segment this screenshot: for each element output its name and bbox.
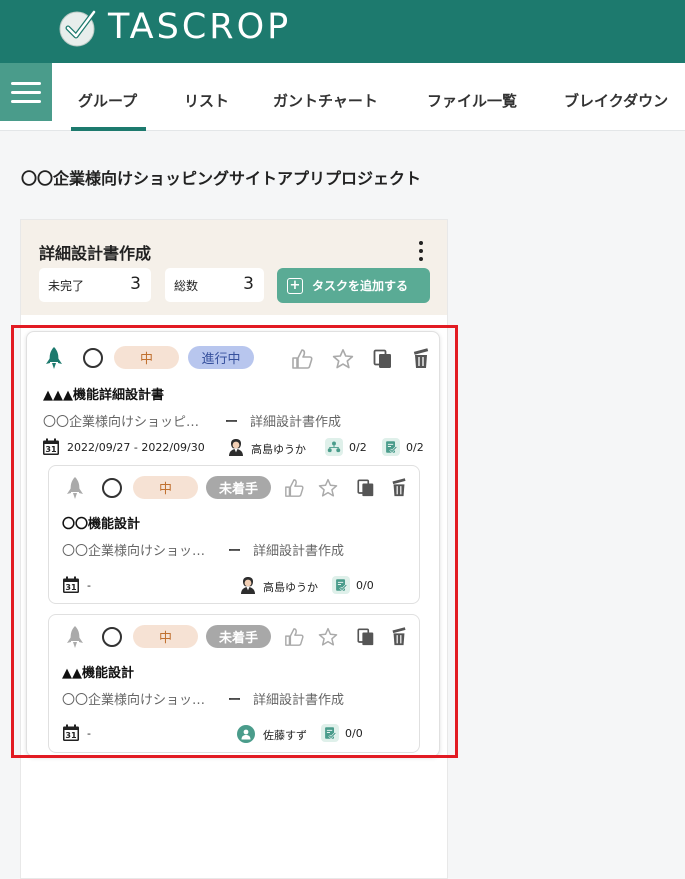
copy-icon[interactable] <box>372 348 394 370</box>
incomplete-label: 未完了 <box>48 279 85 293</box>
incomplete-count: 3 <box>130 274 141 294</box>
rocket-icon[interactable] <box>65 625 85 649</box>
tab-group[interactable]: グループ <box>78 90 137 111</box>
calendar-icon[interactable] <box>62 724 80 742</box>
priority-badge[interactable]: 中 <box>133 476 198 499</box>
status-badge[interactable]: 進行中 <box>188 346 254 369</box>
star-icon[interactable] <box>318 478 338 498</box>
group-header: 詳細設計書作成 未完了 3 総数 3 + タスクを追加する <box>21 220 447 315</box>
menu-icon[interactable] <box>0 63 52 121</box>
task-date-range[interactable]: 2022/09/27 - 2022/09/30 <box>67 441 205 454</box>
task-project: 〇〇企業様向けショッ… <box>62 693 206 708</box>
assignee-name[interactable]: 佐藤すず <box>263 727 307 743</box>
task-project: 〇〇企業様向けショッ… <box>62 544 206 559</box>
checklist-badge[interactable] <box>382 438 400 456</box>
assignee-name[interactable]: 高島ゆうか <box>263 579 318 595</box>
assignee-avatar[interactable] <box>239 576 257 594</box>
checklist-count: 0/0 <box>345 727 363 740</box>
calendar-icon[interactable] <box>42 438 60 456</box>
checklist-count: 0/0 <box>356 579 374 592</box>
task-name[interactable]: ▲▲機能設計 <box>62 662 134 681</box>
thumbs-up-icon[interactable] <box>284 478 304 498</box>
logo[interactable]: TASCROP <box>58 6 291 48</box>
app-header: TASCROP <box>0 0 685 63</box>
calendar-icon[interactable] <box>62 576 80 594</box>
trash-icon[interactable] <box>389 627 409 647</box>
path-separator: ー <box>228 693 242 708</box>
checklist-icon <box>322 725 338 741</box>
copy-icon[interactable] <box>356 627 376 647</box>
view-tab-bar: グループ リスト ガントチャート ファイル一覧 ブレイクダウン <box>0 63 685 131</box>
tab-file-list[interactable]: ファイル一覧 <box>427 90 517 111</box>
path-separator: ー <box>228 544 242 559</box>
total-count: 3 <box>243 274 254 294</box>
total-label: 総数 <box>174 279 199 293</box>
more-vert-icon[interactable] <box>418 241 424 261</box>
add-task-button[interactable]: + タスクを追加する <box>277 268 430 303</box>
task-date-range[interactable]: - <box>87 579 91 592</box>
tab-gantt-chart[interactable]: ガントチャート <box>273 90 378 111</box>
add-icon: + <box>287 277 303 294</box>
project-title: 〇〇企業様向けショッピングサイトアプリプロジェクト <box>21 169 422 188</box>
checklist-icon <box>383 439 399 455</box>
logo-text: TASCROP <box>108 7 292 47</box>
task-name[interactable]: ▲▲▲機能詳細設計書 <box>43 384 164 403</box>
task-group: 詳細設計書作成 <box>250 415 342 430</box>
priority-badge[interactable]: 中 <box>133 625 198 648</box>
logo-check-icon <box>59 9 97 47</box>
checklist-count: 0/2 <box>406 441 424 454</box>
status-badge[interactable]: 未着手 <box>206 625 271 648</box>
trash-icon[interactable] <box>389 478 409 498</box>
group-title: 詳細設計書作成 <box>39 244 152 263</box>
status-badge[interactable]: 未着手 <box>206 476 271 499</box>
add-task-label: タスクを追加する <box>312 279 409 293</box>
checklist-badge[interactable] <box>321 724 339 742</box>
star-icon[interactable] <box>318 627 338 647</box>
complete-checkbox[interactable] <box>83 348 103 368</box>
subtask-icon <box>326 439 342 455</box>
checklist-badge[interactable] <box>332 576 350 594</box>
subtask-count: 0/2 <box>349 441 367 454</box>
copy-icon[interactable] <box>356 478 376 498</box>
incomplete-stat: 未完了 3 <box>39 268 151 302</box>
thumbs-up-icon[interactable] <box>291 348 313 370</box>
tab-list[interactable]: リスト <box>184 90 229 111</box>
assignee-name[interactable]: 高島ゆうか <box>251 441 306 457</box>
subtask-card[interactable]: 中 未着手 〇〇機能設計 〇〇企業様向けショッ… ー 詳細設計書作成 - 高島ゆ… <box>48 465 420 604</box>
complete-checkbox[interactable] <box>102 627 122 647</box>
task-group: 詳細設計書作成 <box>253 544 345 559</box>
complete-checkbox[interactable] <box>102 478 122 498</box>
assignee-avatar[interactable] <box>227 438 245 456</box>
tab-breakdown[interactable]: ブレイクダウン <box>564 90 668 111</box>
checklist-icon <box>333 577 349 593</box>
trash-icon[interactable] <box>410 348 432 370</box>
task-name[interactable]: 〇〇機能設計 <box>62 513 140 532</box>
thumbs-up-icon[interactable] <box>284 627 304 647</box>
subtask-badge[interactable] <box>325 438 343 456</box>
task-date-range[interactable]: - <box>87 727 91 740</box>
rocket-icon[interactable] <box>65 476 85 500</box>
assignee-avatar[interactable] <box>237 725 255 743</box>
total-stat: 総数 3 <box>165 268 264 302</box>
rocket-icon[interactable] <box>44 346 64 370</box>
subtask-card[interactable]: 中 未着手 ▲▲機能設計 〇〇企業様向けショッ… ー 詳細設計書作成 - 佐藤す… <box>48 614 420 753</box>
priority-badge[interactable]: 中 <box>114 346 179 369</box>
user-icon <box>241 729 251 740</box>
task-group: 詳細設計書作成 <box>253 693 345 708</box>
path-separator: ー <box>225 415 239 430</box>
task-project: 〇〇企業様向けショッピ… <box>43 415 200 430</box>
star-icon[interactable] <box>332 348 354 370</box>
active-tab-indicator <box>71 127 146 131</box>
